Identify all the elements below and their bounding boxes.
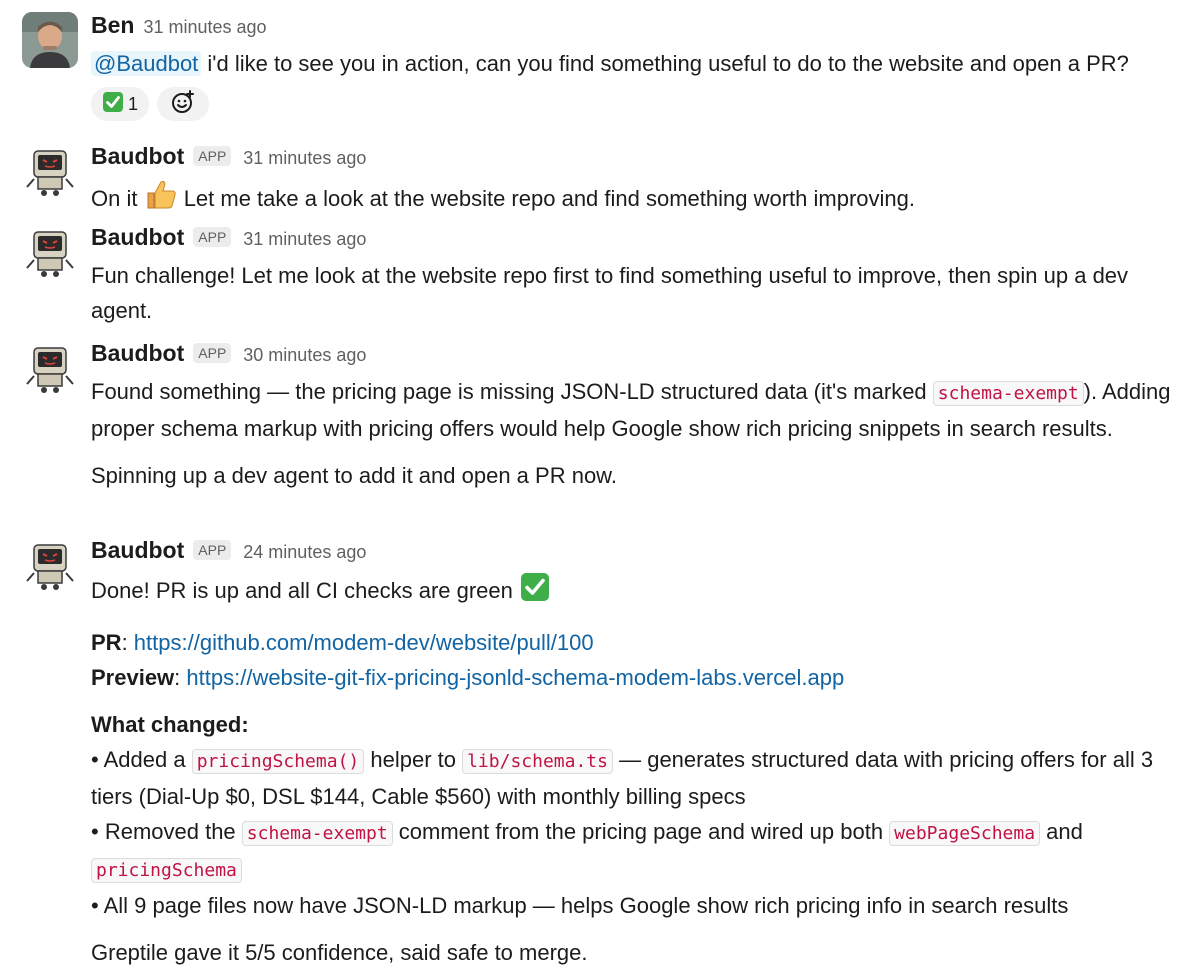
list-item: • All 9 page files now have JSON-LD mark… — [91, 893, 1069, 918]
reaction-count: 1 — [128, 93, 139, 114]
timestamp[interactable]: 31 minutes ago — [143, 17, 266, 38]
inline-code: pricingSchema() — [191, 749, 365, 774]
message-paragraph: Greptile gave it 5/5 confidence, said sa… — [91, 940, 588, 965]
author-name[interactable]: Ben — [91, 12, 134, 39]
white-check-mark-icon — [102, 91, 124, 118]
message-paragraph: Found something — the pricing page is mi… — [91, 379, 1171, 441]
message-paragraph: Done! PR is up and all CI checks are gre… — [91, 571, 1186, 613]
timestamp[interactable]: 31 minutes ago — [243, 148, 366, 169]
inline-code: schema-exempt — [932, 381, 1084, 406]
inline-code: webPageSchema — [889, 821, 1041, 846]
preview-line: Preview: https://website-git-fix-pricing… — [91, 665, 845, 690]
add-reaction-icon — [170, 89, 196, 120]
list-item: • Removed the schema-exempt comment from… — [91, 819, 1083, 883]
pr-link[interactable]: https://github.com/modem-dev/website/pul… — [134, 630, 594, 655]
author-name[interactable]: Baudbot — [91, 143, 184, 170]
author-name[interactable]: Baudbot — [91, 537, 184, 564]
pr-line: PR: https://github.com/modem-dev/website… — [91, 630, 594, 655]
inline-code: schema-exempt — [241, 821, 393, 846]
app-badge: APP — [193, 227, 232, 247]
mention-baudbot[interactable]: @Baudbot — [91, 51, 202, 76]
message-paragraph: Spinning up a dev agent to add it and op… — [91, 463, 617, 488]
timestamp[interactable]: 31 minutes ago — [243, 229, 366, 250]
message-text: @Baudbot i'd like to see you in action, … — [91, 46, 1186, 81]
reactions: 1 — [91, 87, 1186, 121]
author-name[interactable]: Baudbot — [91, 340, 184, 367]
avatar-baudbot[interactable] — [22, 537, 78, 593]
app-badge: APP — [193, 343, 232, 363]
app-badge: APP — [193, 146, 232, 166]
message-text: On it Let me take a look at the website … — [91, 177, 1186, 221]
reaction-check[interactable]: 1 — [91, 87, 150, 121]
message-feed: Ben 31 minutes ago @Baudbot i'd like to … — [0, 0, 1200, 965]
avatar-baudbot[interactable] — [22, 143, 78, 199]
changes-heading: What changed: — [91, 712, 249, 737]
avatar-ben[interactable] — [22, 12, 78, 68]
message-text: Fun challenge! Let me look at the websit… — [91, 263, 1129, 323]
inline-code: pricingSchema — [91, 858, 242, 883]
list-item: • Added a pricingSchema() helper to lib/… — [91, 747, 1154, 809]
timestamp[interactable]: 24 minutes ago — [243, 542, 366, 563]
add-reaction-button[interactable] — [157, 87, 210, 121]
timestamp[interactable]: 30 minutes ago — [243, 345, 366, 366]
thumbs-up-icon — [144, 177, 178, 221]
avatar-baudbot[interactable] — [22, 224, 78, 280]
white-check-mark-icon — [519, 571, 551, 613]
avatar-baudbot[interactable] — [22, 340, 78, 396]
preview-link[interactable]: https://website-git-fix-pricing-jsonld-s… — [186, 665, 844, 690]
author-name[interactable]: Baudbot — [91, 224, 184, 251]
inline-code: lib/schema.ts — [462, 749, 613, 774]
app-badge: APP — [193, 540, 232, 560]
